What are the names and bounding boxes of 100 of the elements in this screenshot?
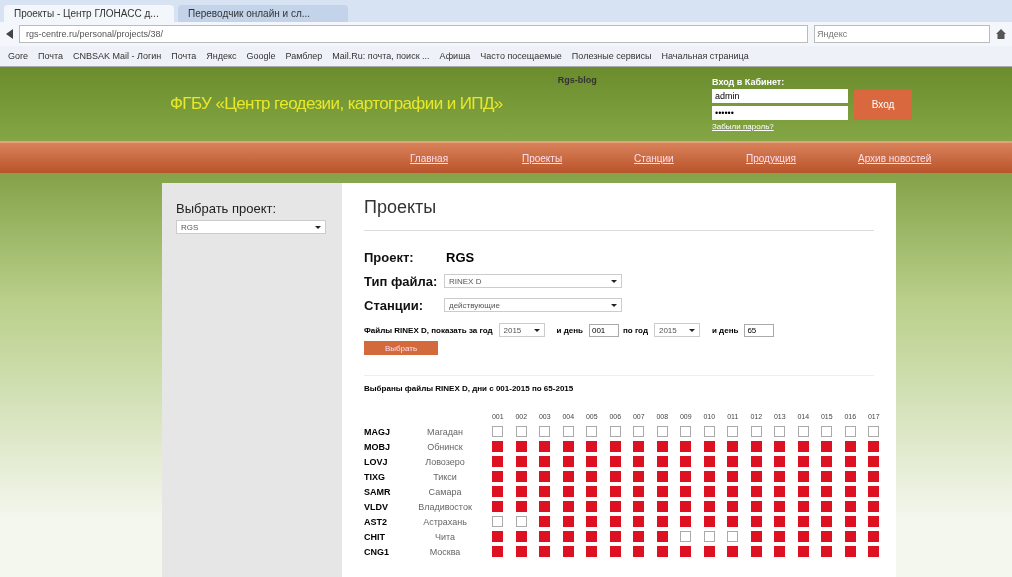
file-available-cell[interactable]	[774, 546, 786, 557]
bookmark-link[interactable]: Google	[246, 51, 276, 61]
file-available-cell[interactable]	[703, 471, 715, 482]
bookmark-link[interactable]: Начальная страница	[661, 51, 749, 61]
file-available-cell[interactable]	[868, 516, 880, 527]
file-available-cell[interactable]	[750, 546, 762, 557]
file-missing-cell[interactable]	[492, 516, 504, 527]
file-available-cell[interactable]	[868, 456, 880, 467]
project-dropdown[interactable]: RGS	[176, 220, 326, 234]
file-available-cell[interactable]	[774, 486, 786, 497]
file-available-cell[interactable]	[821, 441, 833, 452]
file-available-cell[interactable]	[633, 471, 645, 482]
file-available-cell[interactable]	[492, 501, 504, 512]
file-available-cell[interactable]	[750, 501, 762, 512]
file-missing-cell[interactable]	[774, 426, 786, 437]
file-missing-cell[interactable]	[515, 516, 527, 527]
file-available-cell[interactable]	[539, 546, 551, 557]
file-missing-cell[interactable]	[633, 426, 645, 437]
file-available-cell[interactable]	[609, 471, 621, 482]
file-available-cell[interactable]	[774, 501, 786, 512]
file-available-cell[interactable]	[609, 486, 621, 497]
file-available-cell[interactable]	[562, 501, 574, 512]
file-available-cell[interactable]	[727, 456, 739, 467]
file-available-cell[interactable]	[492, 486, 504, 497]
file-missing-cell[interactable]	[492, 426, 504, 437]
file-missing-cell[interactable]	[656, 426, 668, 437]
file-available-cell[interactable]	[515, 471, 527, 482]
file-available-cell[interactable]	[492, 546, 504, 557]
file-available-cell[interactable]	[586, 471, 598, 482]
file-available-cell[interactable]	[868, 501, 880, 512]
day-field[interactable]: 65	[744, 323, 775, 337]
file-available-cell[interactable]	[727, 516, 739, 527]
file-available-cell[interactable]	[821, 546, 833, 557]
file-available-cell[interactable]	[797, 471, 809, 482]
file-available-cell[interactable]	[586, 456, 598, 467]
file-available-cell[interactable]	[562, 471, 574, 482]
file-available-cell[interactable]	[868, 471, 880, 482]
file-available-cell[interactable]	[750, 456, 762, 467]
file-available-cell[interactable]	[844, 456, 856, 467]
file-available-cell[interactable]	[656, 441, 668, 452]
file-available-cell[interactable]	[844, 546, 856, 557]
file-available-cell[interactable]	[680, 516, 692, 527]
file-available-cell[interactable]	[562, 441, 574, 452]
file-available-cell[interactable]	[586, 516, 598, 527]
file-available-cell[interactable]	[633, 486, 645, 497]
file-missing-cell[interactable]	[609, 426, 621, 437]
file-available-cell[interactable]	[633, 546, 645, 557]
file-available-cell[interactable]	[492, 531, 504, 542]
file-available-cell[interactable]	[609, 501, 621, 512]
bookmark-link[interactable]: Рамблер	[285, 51, 323, 61]
file-available-cell[interactable]	[492, 456, 504, 467]
file-available-cell[interactable]	[656, 531, 668, 542]
file-missing-cell[interactable]	[703, 426, 715, 437]
file-available-cell[interactable]	[821, 501, 833, 512]
file-available-cell[interactable]	[797, 456, 809, 467]
file-available-cell[interactable]	[656, 501, 668, 512]
file-available-cell[interactable]	[680, 546, 692, 557]
year-dropdown[interactable]: 2015	[653, 323, 700, 337]
file-missing-cell[interactable]	[515, 426, 527, 437]
file-available-cell[interactable]	[703, 456, 715, 467]
file-available-cell[interactable]	[680, 456, 692, 467]
file-available-cell[interactable]	[797, 516, 809, 527]
file-available-cell[interactable]	[797, 531, 809, 542]
day-field[interactable]: 001	[588, 323, 619, 337]
browser-tab[interactable]: Проекты - Центр ГЛОНАСС д...	[4, 5, 174, 22]
file-available-cell[interactable]	[680, 501, 692, 512]
file-missing-cell[interactable]	[539, 426, 551, 437]
file-available-cell[interactable]	[797, 486, 809, 497]
file-available-cell[interactable]	[844, 501, 856, 512]
file-available-cell[interactable]	[515, 531, 527, 542]
file-available-cell[interactable]	[515, 456, 527, 467]
file-available-cell[interactable]	[539, 441, 551, 452]
file-available-cell[interactable]	[750, 471, 762, 482]
file-available-cell[interactable]	[609, 456, 621, 467]
file-available-cell[interactable]	[774, 456, 786, 467]
file-available-cell[interactable]	[703, 501, 715, 512]
browser-tab[interactable]: Переводчик онлайн и сл...	[178, 5, 348, 22]
bookmark-link[interactable]: Почта	[38, 51, 63, 61]
file-available-cell[interactable]	[844, 441, 856, 452]
file-available-cell[interactable]	[680, 471, 692, 482]
file-available-cell[interactable]	[633, 456, 645, 467]
file-available-cell[interactable]	[774, 441, 786, 452]
file-available-cell[interactable]	[727, 471, 739, 482]
file-type-dropdown[interactable]: RINEX D	[444, 274, 622, 288]
file-available-cell[interactable]	[539, 486, 551, 497]
file-available-cell[interactable]	[539, 516, 551, 527]
file-available-cell[interactable]	[703, 441, 715, 452]
file-available-cell[interactable]	[821, 471, 833, 482]
file-available-cell[interactable]	[539, 471, 551, 482]
file-available-cell[interactable]	[821, 516, 833, 527]
bookmark-link[interactable]: Часто посещаемые	[480, 51, 562, 61]
file-available-cell[interactable]	[868, 441, 880, 452]
file-missing-cell[interactable]	[821, 426, 833, 437]
file-available-cell[interactable]	[562, 546, 574, 557]
file-missing-cell[interactable]	[868, 426, 880, 437]
file-available-cell[interactable]	[562, 531, 574, 542]
file-available-cell[interactable]	[633, 531, 645, 542]
file-available-cell[interactable]	[821, 486, 833, 497]
file-missing-cell[interactable]	[680, 426, 692, 437]
file-available-cell[interactable]	[515, 546, 527, 557]
